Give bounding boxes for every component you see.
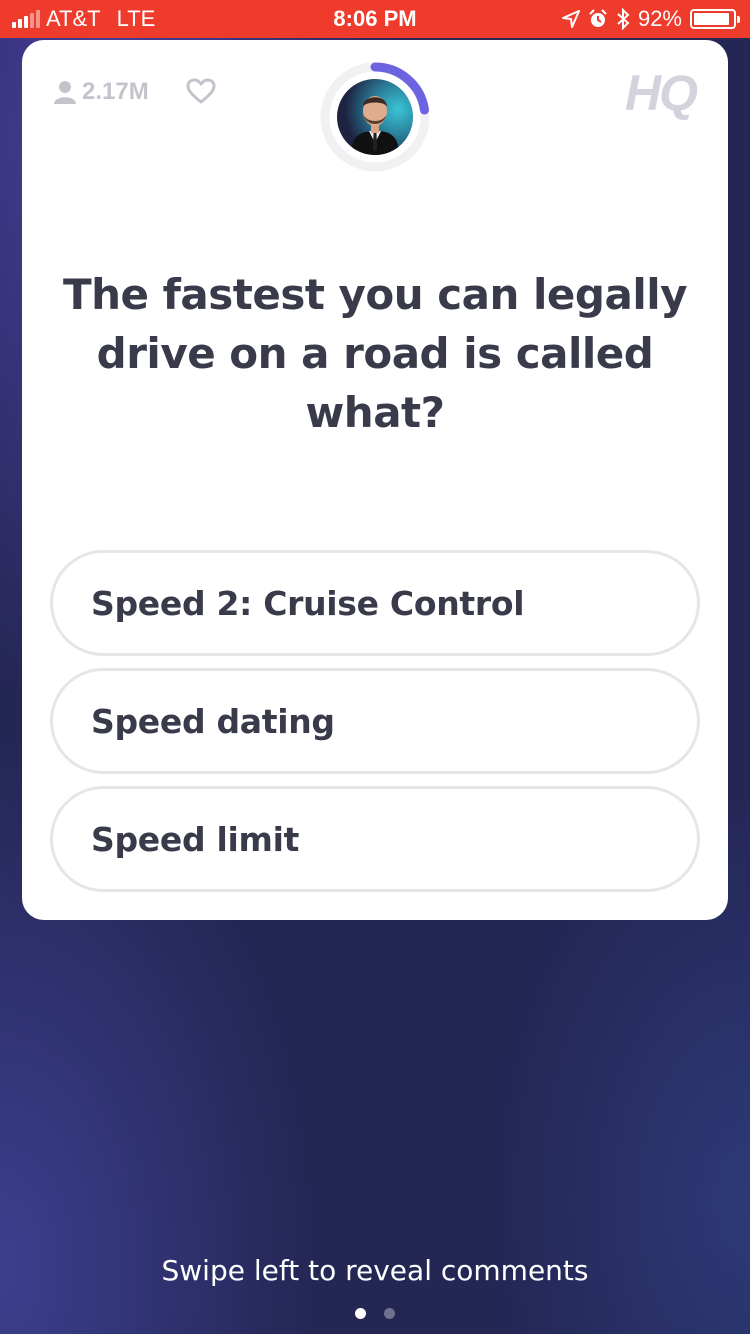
battery-icon <box>690 9 740 29</box>
page-dot-inactive <box>384 1308 395 1319</box>
bluetooth-icon <box>617 8 630 30</box>
answer-list: Speed 2: Cruise Control Speed dating Spe… <box>50 550 700 904</box>
heart-icon[interactable] <box>186 78 216 104</box>
battery-percent: 92% <box>637 6 682 31</box>
page-indicator[interactable] <box>0 1308 750 1319</box>
answer-option-1[interactable]: Speed 2: Cruise Control <box>50 550 700 656</box>
battery-fill <box>694 13 729 25</box>
question-card: 2.17M HQ The fastest you can legally dri… <box>22 40 728 920</box>
question-text: The fastest you can legally drive on a r… <box>62 270 688 437</box>
answer-option-3[interactable]: Speed limit <box>50 786 700 892</box>
status-right: 92% <box>561 6 740 32</box>
host-portrait <box>351 96 399 155</box>
answer-option-label: Speed 2: Cruise Control <box>91 583 525 623</box>
host-timer <box>318 60 432 174</box>
status-bar: AT&T LTE 8:06 PM 92% <box>0 0 750 38</box>
host-avatar <box>337 79 413 155</box>
viewer-count-label: 2.17M <box>82 78 149 105</box>
page-dot-active <box>355 1308 366 1319</box>
answer-option-2[interactable]: Speed dating <box>50 668 700 774</box>
swipe-hint: Swipe left to reveal comments <box>161 1254 589 1287</box>
location-arrow-icon <box>561 10 580 28</box>
hq-logo: HQ <box>625 65 698 121</box>
user-icon <box>54 81 76 104</box>
alarm-clock-icon <box>589 9 607 27</box>
viewer-count: 2.17M <box>54 78 149 106</box>
answer-option-label: Speed limit <box>91 819 300 859</box>
answer-option-label: Speed dating <box>91 701 335 741</box>
